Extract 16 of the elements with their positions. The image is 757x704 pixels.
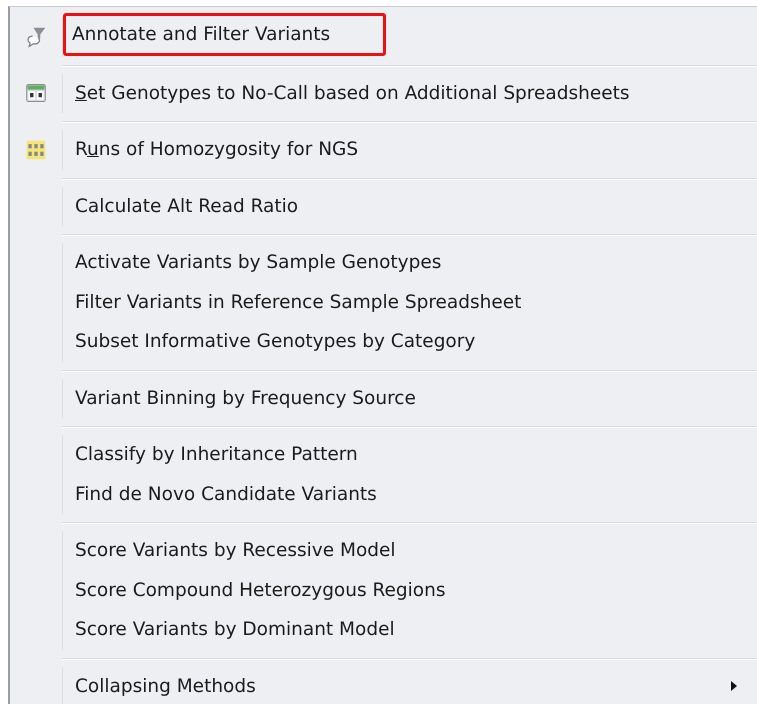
funnel-icon xyxy=(25,24,47,49)
letter-grid-icon xyxy=(25,138,47,162)
menu-item[interactable]: Score Variants by Dominant Model xyxy=(63,610,757,650)
menu-item[interactable]: Score Compound Heterozygous Regions xyxy=(63,570,757,610)
menu-item[interactable]: Find de Novo Candidate Variants xyxy=(63,474,757,514)
menu-item[interactable]: Classify by Inheritance Pattern xyxy=(63,435,757,474)
menu-item[interactable]: Collapsing Methods xyxy=(63,666,757,704)
menu-item[interactable]: Filter Variants in Reference Sample Spreadsheet xyxy=(63,282,757,322)
menu-item[interactable]: Variant Binning by Frequency Source xyxy=(63,378,757,418)
menu-item[interactable]: Runs of Homozygosity for NGS xyxy=(63,130,757,170)
menu-item[interactable]: Set Genotypes to No-Call based on Additional Spreadsheets xyxy=(63,74,757,113)
menu-item[interactable]: Score Variants by Recessive Model xyxy=(63,531,757,570)
menu-item[interactable]: Activate Variants by Sample Genotypes xyxy=(63,243,757,282)
menu-item[interactable]: Annotate and Filter Variants xyxy=(63,13,386,56)
menu-item[interactable]: Subset Informative Genotypes by Category xyxy=(63,322,757,362)
menu-item[interactable]: Calculate Alt Read Ratio xyxy=(63,186,757,226)
